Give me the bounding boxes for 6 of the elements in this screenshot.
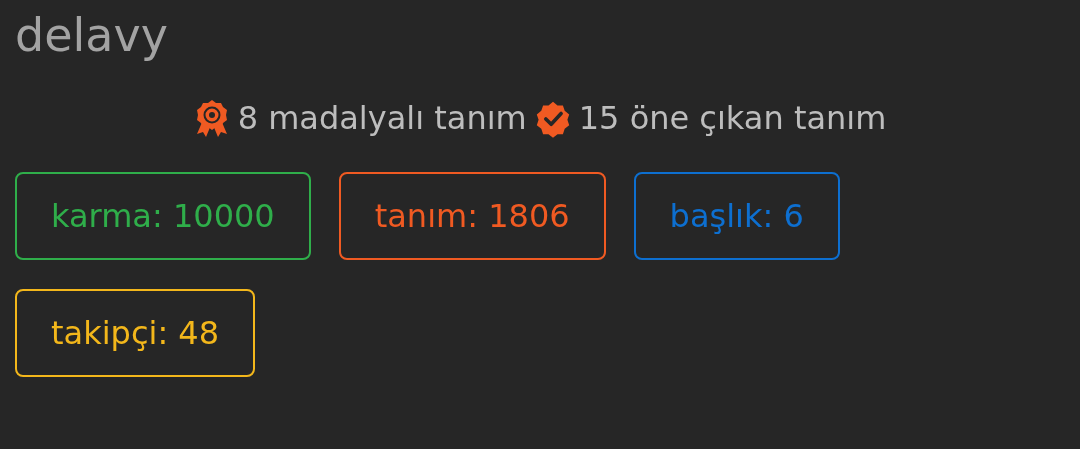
stat-link[interactable]: başlık: 6 [633, 172, 840, 260]
stat-link[interactable]: karma: 10000 [15, 172, 311, 260]
stat-link[interactable]: takipçi: 48 [15, 289, 256, 377]
achievement-text: 8 madalyalı tanım [237, 98, 527, 139]
stat-link[interactable]: tanım: 1806 [338, 172, 606, 260]
achievement-text: 15 öne çıkan tanım [578, 98, 887, 139]
